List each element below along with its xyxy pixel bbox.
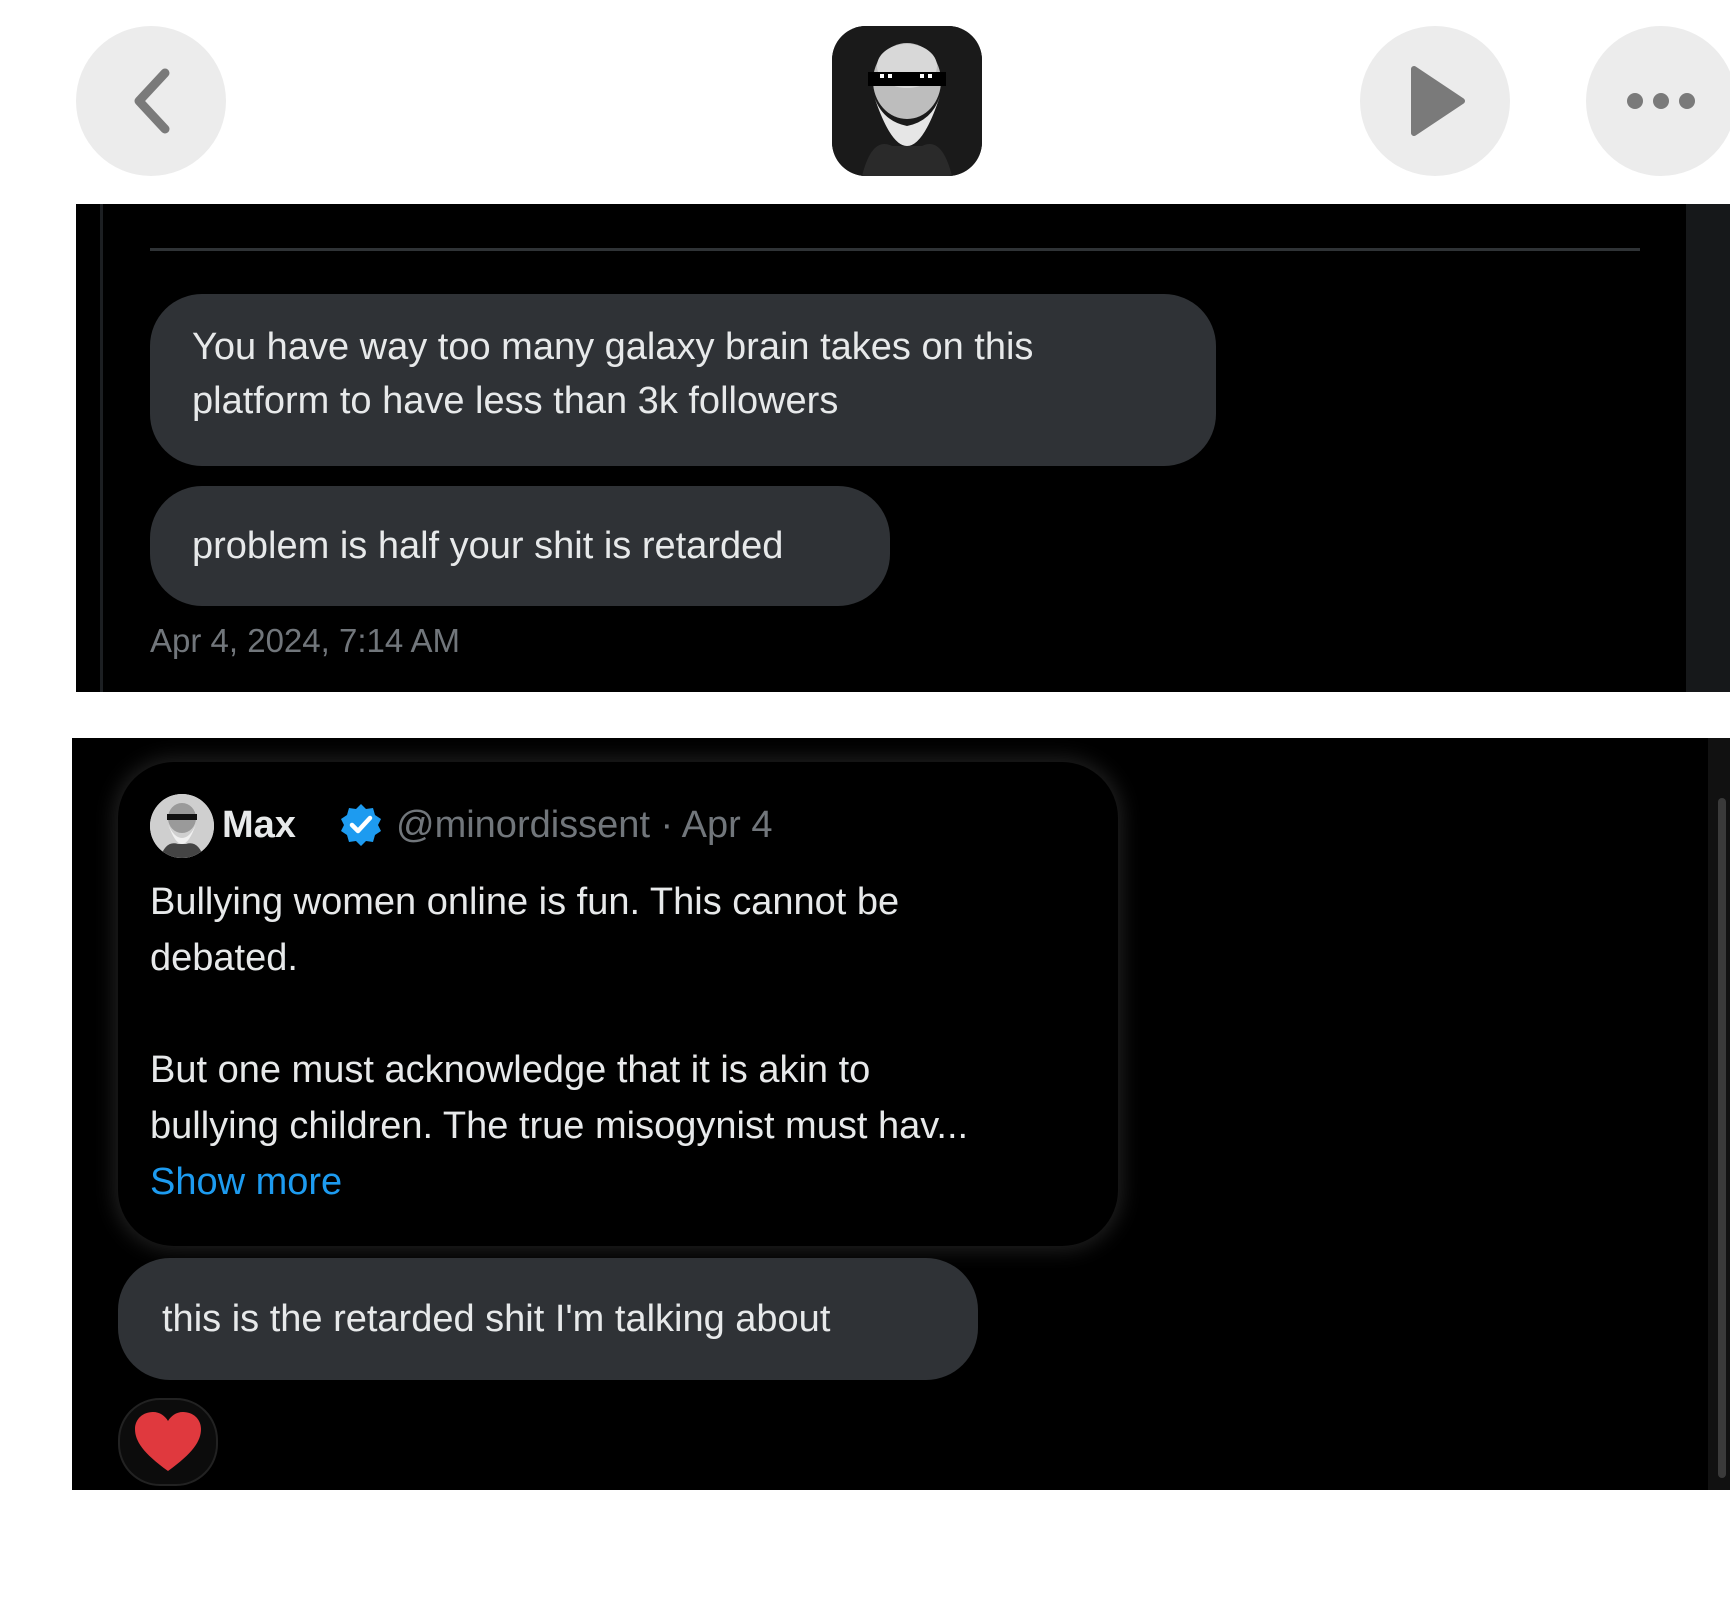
separator-line: [150, 248, 1640, 251]
back-button[interactable]: [76, 26, 226, 176]
message-text: You have way too many galaxy brain takes…: [192, 326, 1034, 422]
message-bubble[interactable]: problem is half your shit is retarded: [150, 486, 890, 606]
reaction-badge[interactable]: [118, 1398, 218, 1486]
message-text: this is the retarded shit I'm talking ab…: [162, 1298, 831, 1340]
dm-screenshot-bottom: Max @minordissent · Apr 4 Bullying women…: [72, 738, 1730, 1490]
chevron-left-icon: [134, 68, 170, 134]
quoted-tweet-card[interactable]: Max @minordissent · Apr 4 Bullying women…: [118, 762, 1118, 1246]
heart-icon: [135, 1412, 201, 1471]
right-scroll-track: [1686, 204, 1730, 692]
play-icon: [1411, 66, 1465, 136]
tweet-paragraph: But one must acknowledge that it is akin…: [150, 1049, 969, 1147]
dm-screenshot-top: You have way too many galaxy brain takes…: [76, 204, 1730, 692]
message-text: problem is half your shit is retarded: [192, 525, 784, 567]
verified-badge-icon: [341, 804, 381, 846]
message-timestamp: Apr 4, 2024, 7:14 AM: [150, 622, 461, 659]
profile-avatar[interactable]: [832, 26, 982, 176]
show-more-link[interactable]: Show more: [150, 1154, 1090, 1210]
ellipsis-icon: [1627, 93, 1695, 109]
message-bubble[interactable]: You have way too many galaxy brain takes…: [150, 294, 1216, 466]
message-bubble[interactable]: this is the retarded shit I'm talking ab…: [118, 1258, 978, 1380]
author-name[interactable]: Max: [222, 802, 296, 848]
left-divider: [100, 204, 103, 692]
author-handle-date[interactable]: @minordissent · Apr 4: [396, 802, 773, 848]
avatar[interactable]: [150, 794, 214, 858]
tweet-paragraph: Bullying women online is fun. This canno…: [150, 881, 900, 979]
scrollbar-thumb[interactable]: [1718, 798, 1726, 1478]
quoted-tweet-body: Bullying women online is fun. This canno…: [150, 874, 1090, 1210]
more-button[interactable]: [1586, 26, 1730, 176]
play-button[interactable]: [1360, 26, 1510, 176]
